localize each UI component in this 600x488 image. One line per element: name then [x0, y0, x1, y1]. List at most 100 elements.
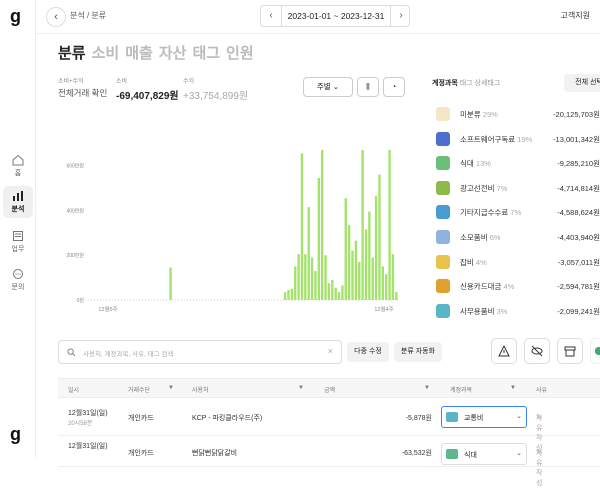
tab-people[interactable]: 인원: [226, 45, 254, 62]
category-list-item[interactable]: 식대 13% -9,285,210원: [432, 154, 600, 174]
stat-spend[interactable]: 소비 -69,407,829원: [116, 76, 179, 102]
tab-sales[interactable]: 매출: [125, 45, 153, 62]
chart-bar[interactable]: [374, 195, 378, 300]
category-list-item[interactable]: 기타지급수수료 7% -4,588,624원: [432, 203, 600, 223]
chart-bar[interactable]: [290, 288, 294, 300]
chart-bar[interactable]: [310, 257, 314, 300]
period-select-value: 주별: [316, 82, 331, 91]
chart-bar[interactable]: [321, 150, 324, 300]
col-method[interactable]: 거래수단: [128, 385, 150, 394]
back-button[interactable]: ‹: [46, 7, 66, 27]
category-amount: -2,099,241원: [557, 306, 600, 316]
add-button[interactable]: [590, 338, 600, 364]
chart-bar[interactable]: [317, 178, 320, 300]
category-list-item[interactable]: 사무용품비 3% -2,099,241원: [432, 302, 600, 322]
col-category[interactable]: 계정과목: [450, 385, 472, 394]
filter-icon[interactable]: ▼: [424, 385, 430, 391]
clear-icon[interactable]: ×: [328, 346, 333, 356]
prev-period-button[interactable]: ‹: [261, 6, 281, 26]
nav-home[interactable]: 홈: [3, 150, 33, 182]
category-list-item[interactable]: 잡비 4% -3,057,011원: [432, 253, 600, 273]
filter-icon[interactable]: ▼: [168, 385, 174, 391]
chart-bar[interactable]: [294, 266, 297, 300]
category-list-item[interactable]: 미분류 29% -20,125,703원: [432, 105, 600, 125]
tab-tags[interactable]: 태그: [192, 45, 220, 62]
chart-bar[interactable]: [283, 292, 287, 300]
chart-bar[interactable]: [361, 150, 364, 300]
category-select[interactable]: 식대 ⌄: [441, 443, 527, 465]
chart-bar[interactable]: [371, 257, 374, 300]
pie-chart-button[interactable]: ◔: [383, 77, 405, 97]
chart-bar[interactable]: [388, 150, 391, 300]
chart-bar[interactable]: [344, 198, 347, 300]
chart-bar[interactable]: [351, 250, 354, 300]
category-list-item[interactable]: 소프트웨어구독료 19% -13,001,342원: [432, 130, 600, 150]
filter-icon[interactable]: ▼: [298, 385, 304, 391]
stat-income[interactable]: 수익 +33,754,899원: [183, 76, 248, 102]
next-period-button[interactable]: ›: [391, 6, 411, 26]
stat-all-value: 전체거래 확인: [58, 88, 108, 98]
nav-analysis[interactable]: 분석: [3, 186, 33, 218]
support-link[interactable]: 고객지원: [561, 10, 590, 21]
select-all-button[interactable]: 전체 선택: [564, 74, 600, 92]
chart-bar[interactable]: [314, 270, 317, 300]
chart-bar[interactable]: [385, 274, 388, 300]
tab-tags-detail[interactable]: 태그 상세태그: [460, 80, 501, 87]
date-range-text[interactable]: 2023-01-01 ~ 2023-12-31: [281, 6, 391, 26]
chart-bar[interactable]: [354, 240, 358, 300]
nav-inquiry[interactable]: 문의: [3, 264, 33, 296]
chart-bar[interactable]: [381, 266, 385, 300]
category-list-item[interactable]: 소모품비 6% -4,403,940원: [432, 228, 600, 248]
chart-bar[interactable]: [395, 292, 398, 300]
tab-assets[interactable]: 자산: [159, 45, 187, 62]
multi-edit-button[interactable]: 다중 수정: [347, 342, 389, 362]
chart-bar[interactable]: [364, 229, 368, 300]
chart-bar[interactable]: [297, 254, 300, 300]
category-amount: -4,403,940원: [557, 233, 600, 242]
nav-inquiry-label: 문의: [11, 284, 25, 291]
chart-bar[interactable]: [378, 174, 381, 300]
search-input[interactable]: 사용처, 계정과목, 사유, 태그 검색: [83, 348, 173, 358]
chart-bar[interactable]: [347, 225, 351, 300]
stat-all[interactable]: 소비+수익 전체거래 확인: [58, 76, 107, 99]
eye-off-icon: [531, 345, 543, 357]
archive-button[interactable]: [557, 338, 583, 364]
chart-bar[interactable]: [169, 267, 172, 300]
search-bar[interactable]: 사용처, 계정과목, 사유, 태그 검색 ×: [58, 340, 342, 364]
chart-bar[interactable]: [358, 261, 361, 300]
chart-bar[interactable]: [391, 254, 395, 300]
col-reason[interactable]: 사유: [536, 385, 547, 394]
chart-bar[interactable]: [307, 207, 310, 300]
hide-button[interactable]: [524, 338, 550, 364]
tab-spending[interactable]: 소비: [92, 45, 120, 62]
nav-work[interactable]: 업무: [3, 226, 33, 258]
tab-category[interactable]: 분류: [58, 45, 86, 62]
category-amount: -2,594,781원: [557, 282, 600, 292]
chart-bar[interactable]: [287, 289, 290, 300]
col-merchant[interactable]: 사용처: [192, 385, 209, 394]
category-list-item[interactable]: 신용카드대금 4% -2,594,781원: [432, 277, 600, 297]
chart-settings-button[interactable]: ⫼: [357, 77, 379, 97]
chart-bar[interactable]: [300, 153, 304, 300]
chart-bar[interactable]: [341, 285, 344, 300]
period-select[interactable]: 주별 ⌄: [303, 77, 353, 97]
app-logo[interactable]: g: [10, 6, 21, 27]
chart-bar[interactable]: [368, 211, 371, 300]
category-list-item[interactable]: 광고선전비 7% -4,714,814원: [432, 179, 600, 199]
col-amount[interactable]: 금액: [324, 385, 335, 394]
filter-icon[interactable]: ▼: [510, 385, 516, 391]
chart-bar[interactable]: [304, 254, 307, 300]
col-date[interactable]: 일시: [68, 385, 79, 394]
tab-account[interactable]: 계정과목: [432, 80, 458, 87]
bar-chart-icon: [13, 191, 23, 201]
chart-bar[interactable]: [324, 255, 327, 300]
chart-bar[interactable]: [327, 283, 331, 300]
category-icon: [436, 254, 450, 269]
chart-bar[interactable]: [337, 292, 341, 300]
date-range-picker[interactable]: ‹ 2023-01-01 ~ 2023-12-31 ›: [260, 5, 410, 27]
category-select[interactable]: 교통비 ⌄: [441, 406, 527, 428]
auto-classify-button[interactable]: 분류 자동화: [394, 342, 442, 362]
warning-button[interactable]: [491, 338, 517, 364]
chart-bar[interactable]: [334, 287, 337, 300]
chart-bar[interactable]: [331, 279, 334, 300]
